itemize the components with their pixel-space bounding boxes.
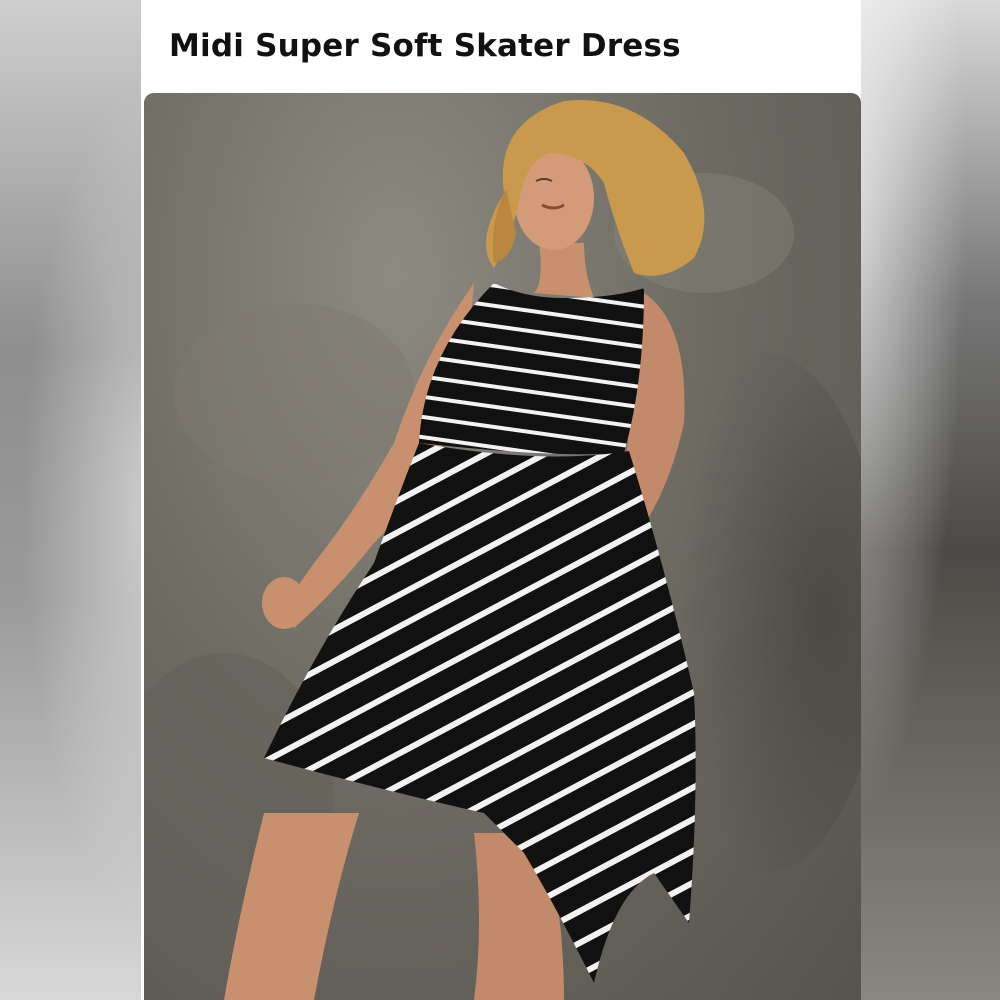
blurred-backdrop-right xyxy=(861,0,1000,1000)
product-card: Midi Super Soft Skater Dress xyxy=(141,0,861,1000)
blurred-backdrop-left xyxy=(0,0,141,1000)
product-photo[interactable] xyxy=(144,93,861,1000)
model-illustration xyxy=(144,100,861,1000)
product-title: Midi Super Soft Skater Dress xyxy=(169,28,681,64)
title-bar: Midi Super Soft Skater Dress xyxy=(141,0,861,92)
